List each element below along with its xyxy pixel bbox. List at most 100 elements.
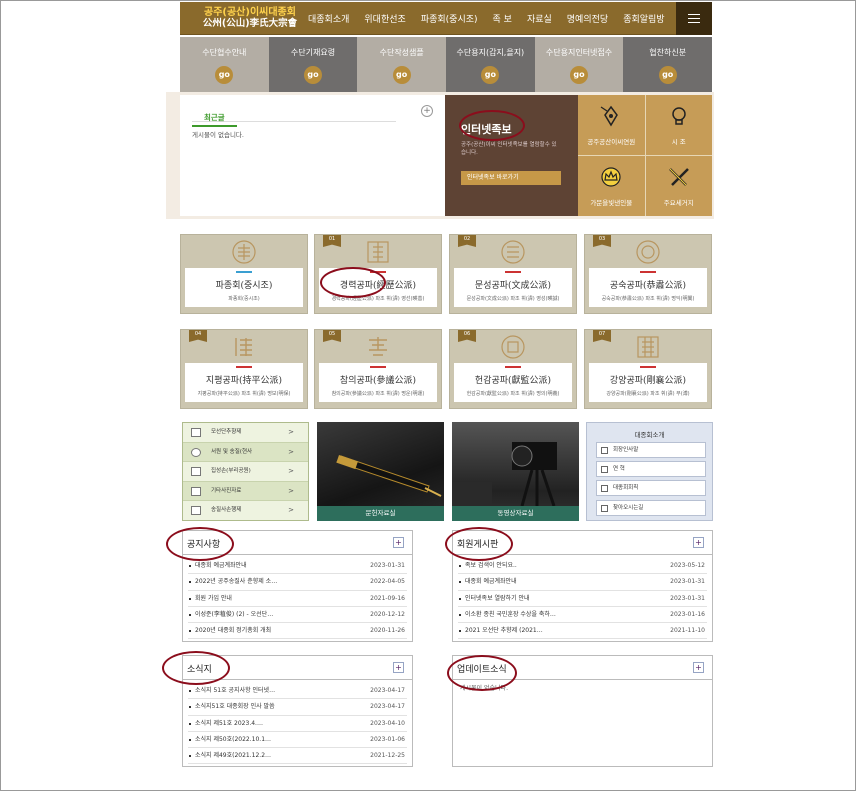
- list-item[interactable]: 소식지51호 대종회장 인사 말씀 2023-04-17: [188, 699, 407, 716]
- go-button[interactable]: go: [658, 66, 677, 84]
- hamburger-menu-icon[interactable]: [676, 2, 712, 35]
- post-title: 소식지 제49호(2021.12.2…: [195, 752, 272, 760]
- go-button[interactable]: go: [392, 66, 411, 84]
- branch-sub: 문성공파(文成公派) 파조 휘(諱) 영성(暎誠): [466, 296, 560, 302]
- link-item[interactable]: 서원 및 송질(현사 >: [183, 442, 308, 463]
- more-plus-icon[interactable]: +: [421, 105, 433, 117]
- emblem-icon: [501, 335, 525, 359]
- link-label: 모선단추향제: [211, 429, 242, 435]
- tab-recent[interactable]: 최근글: [192, 110, 237, 127]
- card-divider: [640, 271, 656, 273]
- post-title: 회원 가입 안내: [195, 594, 232, 602]
- link-item[interactable]: 기타사진자료 >: [183, 481, 308, 502]
- annotation-circle: [320, 267, 386, 298]
- about-item[interactable]: 회장인사말: [596, 442, 706, 458]
- quick-links: 수단협수안내 go 수단기재요령 go 수단작성샘플 go 수단용지(갑지,을지) go…: [180, 37, 713, 92]
- site-logo[interactable]: 공주(공산)이씨대종회 公州(公山)李氏大宗會: [200, 7, 300, 29]
- branch-card[interactable]: 02 문성공파(文成公派) 문성공파(文成公派) 파조 휘(諱) 영성(暎誠): [449, 234, 577, 314]
- list-item[interactable]: 인터넷족보 열람하기 안내 2023-01-31: [458, 591, 707, 607]
- more-plus-icon[interactable]: +: [693, 537, 704, 548]
- grid-item-label: 가문을빛낸인물: [590, 199, 633, 207]
- list-item[interactable]: 족보 검색이 안되요.. 2023-05-12: [458, 558, 707, 575]
- grid-item-notable-people[interactable]: 가문을빛낸인물: [578, 156, 645, 216]
- go-button[interactable]: go: [304, 66, 322, 84]
- quick-tile-label: 수단기재요령: [290, 48, 336, 57]
- go-button[interactable]: go: [481, 66, 500, 84]
- post-date: 2023-01-31: [670, 594, 705, 602]
- nav-item-archive[interactable]: 자료실: [527, 12, 552, 25]
- annotation-circle: [459, 110, 525, 141]
- document-archive-photo[interactable]: 문헌자료실: [317, 422, 444, 521]
- quick-tile[interactable]: 수단용지(갑지,을지) go: [446, 37, 535, 92]
- nav-item-genealogy[interactable]: 족 보: [493, 12, 512, 25]
- post-title: 대종회 예금계좌안내: [465, 578, 517, 586]
- link-item[interactable]: 모선단추향제 >: [183, 423, 308, 443]
- chevron-right-icon: >: [288, 486, 294, 495]
- list-item[interactable]: 소식지 제51호 2023.4.… 2023-04-10: [188, 716, 407, 732]
- quick-tile-label: 수단협수안내: [202, 48, 247, 57]
- post-date: 2022-04-05: [370, 578, 405, 586]
- nav-item-branches[interactable]: 파종회(중시조): [421, 12, 478, 25]
- branch-sub: 파종회(중시조): [228, 296, 260, 302]
- emblem-icon: [369, 337, 387, 356]
- list-item[interactable]: 2021 오선단 추향제 (2021… 2021-11-10: [458, 623, 707, 640]
- post-list: 대종회 예금계좌안내 2023-01-31 2022년 공주송질사 춘향제 소… 2…: [188, 558, 407, 640]
- crown-icon: [601, 167, 621, 187]
- nav-item-hall-of-fame[interactable]: 명예의전당: [567, 12, 608, 25]
- more-plus-icon[interactable]: +: [393, 662, 404, 673]
- branch-number-badge: 02: [458, 235, 476, 247]
- branch-card[interactable]: 03 공숙공파(恭肅公派) 공숙공파(恭肅公派) 파조 휘(諱) 명익(明翼): [584, 234, 712, 314]
- branch-card[interactable]: 07 강양공파(剛襄公派) 강양공파(剛襄公派) 파조 휘(諱) 부(溥): [584, 329, 712, 409]
- branch-card[interactable]: 04 지평공파(持平公派) 지평공파(持平公派) 파조 휘(諱) 명보(明保): [180, 329, 308, 409]
- list-item[interactable]: 소식지 51호 공지사항 인터넷… 2023-04-17: [188, 683, 407, 700]
- go-button[interactable]: go: [570, 66, 589, 84]
- link-item[interactable]: 송질사손행제 >: [183, 501, 308, 521]
- pen-nib-icon: [600, 105, 619, 127]
- link-item[interactable]: 집성손(부리공원) >: [183, 462, 308, 482]
- quick-tile[interactable]: 수단작성샘플 go: [357, 37, 447, 92]
- list-item[interactable]: 이소환 종친 국민훈장 수상을 축하… 2023-01-16: [458, 607, 707, 624]
- go-button[interactable]: go: [215, 66, 234, 84]
- quick-tile[interactable]: 수단기재요령 go: [268, 37, 358, 92]
- nav-item-ancestors[interactable]: 위대한선조: [364, 12, 405, 25]
- branch-name: 파종회(중시조): [215, 281, 273, 291]
- link-label: 서원 및 송질(현사: [211, 448, 253, 455]
- grid-item-residences[interactable]: 주요세거지: [645, 156, 712, 216]
- list-item[interactable]: 회원 가입 안내 2021-09-16: [188, 591, 407, 607]
- chevron-right-icon: >: [288, 506, 294, 515]
- emblem-icon: [367, 241, 389, 263]
- nav-item-notice-board[interactable]: 종회알림방: [623, 12, 664, 25]
- list-item[interactable]: 2020년 대종회 정기총회 개최 2020-11-26: [188, 623, 407, 640]
- post-date: 2023-04-17: [370, 687, 405, 694]
- quick-tile[interactable]: 수단협수안내 go: [180, 37, 269, 92]
- branch-name: 공숙공파(恭肅公派): [609, 281, 687, 291]
- list-item[interactable]: 소식지 제49호(2021.12.2… 2021-12-25: [188, 748, 407, 765]
- branch-card[interactable]: 06 헌감공파(獻監公派) 헌감공파(獻監公派) 파조 휘(諱) 명의(明義): [449, 329, 577, 409]
- recent-tab-bar: 최근글: [192, 105, 396, 127]
- grid-item-origin[interactable]: 공주공산이씨연원: [578, 95, 645, 155]
- post-title: 소식지51호 대종회장 인사 말씀: [195, 703, 275, 711]
- chevron-right-icon: >: [288, 467, 294, 476]
- grid-item-founder[interactable]: 시 조: [645, 95, 712, 155]
- quick-tile[interactable]: 수단용지인터넷접수 go: [534, 37, 624, 92]
- video-archive-photo[interactable]: 동영상자료실: [452, 422, 579, 521]
- emblem-icon: [235, 338, 252, 356]
- seal-icon: [191, 447, 201, 457]
- more-plus-icon[interactable]: +: [393, 537, 404, 548]
- quick-tile[interactable]: 협찬하신분 go: [623, 37, 713, 92]
- branch-card[interactable]: 파종회(중시조) 파종회(중시조): [180, 234, 308, 314]
- list-item[interactable]: 대종회 예금계좌안내 2023-01-31: [458, 574, 707, 591]
- nav-item-about[interactable]: 대종회소개: [308, 12, 349, 25]
- about-item[interactable]: 연 혁: [596, 461, 706, 477]
- list-item[interactable]: 이성준(李稙俊) (2) - 오선단… 2020-12-12: [188, 607, 407, 624]
- list-item[interactable]: 대종회 예금계좌안내 2023-01-31: [188, 558, 407, 575]
- emblem-icon: [637, 336, 659, 358]
- about-item[interactable]: 찾아오시는길: [596, 500, 706, 516]
- about-item[interactable]: 대종회회칙: [596, 480, 706, 496]
- list-item[interactable]: 소식지 제50호(2022.10.1… 2023-01-06: [188, 732, 407, 749]
- branch-sub: 지평공파(持平公派) 파조 휘(諱) 명보(明保): [197, 391, 291, 397]
- list-item[interactable]: 2022년 공주송질사 춘향제 소… 2022-04-05: [188, 574, 407, 591]
- internet-genealogy-button[interactable]: 인터넷족보 바로가기: [461, 171, 561, 185]
- branch-card[interactable]: 05 참의공파(參議公派) 참의공파(參議公派) 파조 휘(諱) 명운(明運): [314, 329, 442, 409]
- more-plus-icon[interactable]: +: [693, 662, 704, 673]
